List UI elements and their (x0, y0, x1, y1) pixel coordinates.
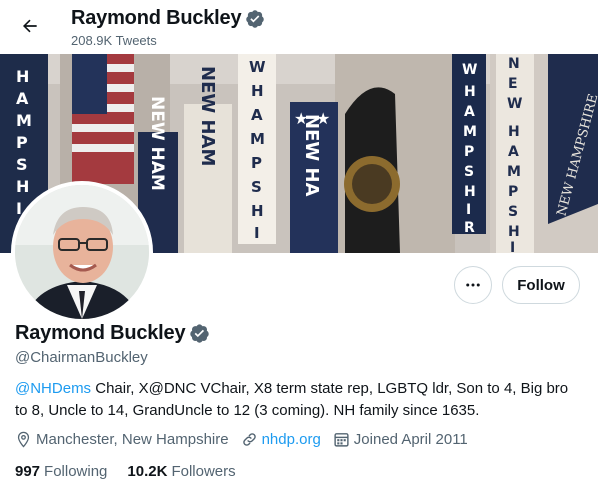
svg-text:M: M (463, 124, 477, 140)
svg-text:H: H (508, 224, 520, 240)
location-pin-icon (17, 431, 30, 448)
bio-mention-link[interactable]: @NHDems (15, 380, 91, 397)
svg-text:A: A (16, 89, 29, 108)
svg-text:H: H (464, 184, 476, 200)
followers-label: Followers (171, 463, 236, 480)
verified-badge-icon (190, 324, 210, 343)
joined-item: Joined April 2011 (333, 431, 468, 448)
svg-text:H: H (16, 67, 29, 86)
profile-handle: @ChairmanBuckley (15, 349, 148, 366)
following-label: Following (44, 463, 108, 480)
svg-text:S: S (464, 164, 474, 180)
svg-text:P: P (464, 144, 474, 160)
more-horizontal-icon (466, 283, 480, 287)
profile-bio: @NHDems Chair, X@DNC VChair, X8 term sta… (15, 378, 583, 422)
followers-link[interactable]: 10.2K Followers (127, 463, 235, 480)
svg-text:A: A (464, 104, 475, 120)
follow-stats: 997 Following 10.2K Followers (15, 463, 256, 480)
svg-text:A: A (251, 106, 263, 124)
svg-text:NEW HAM: NEW HAM (147, 96, 167, 191)
svg-text:H: H (251, 202, 264, 220)
svg-text:W: W (507, 96, 522, 112)
website-link[interactable]: nhdp.org (262, 431, 321, 448)
svg-text:S: S (16, 155, 28, 174)
svg-text:P: P (251, 154, 262, 172)
header-name: Raymond Buckley (71, 7, 242, 29)
location-item: Manchester, New Hampshire (15, 431, 229, 448)
svg-text:P: P (16, 133, 28, 152)
calendar-icon (334, 433, 349, 447)
svg-text:H: H (508, 124, 520, 140)
profile-avatar[interactable] (11, 181, 153, 323)
svg-text:NEW HAM: NEW HAM (197, 66, 218, 166)
svg-text:H: H (251, 82, 264, 100)
joined-text: Joined April 2011 (353, 431, 468, 448)
svg-text:I: I (254, 224, 260, 242)
following-count: 997 (15, 463, 41, 480)
more-options-button[interactable] (454, 266, 492, 304)
svg-text:W: W (462, 62, 477, 78)
back-button[interactable] (12, 8, 48, 44)
top-bar: Raymond Buckley 208.9K Tweets (0, 0, 598, 54)
svg-text:N: N (508, 56, 520, 72)
svg-text:H: H (464, 84, 476, 100)
verified-badge-icon (246, 9, 265, 28)
tweet-count: 208.9K Tweets (71, 33, 157, 48)
link-icon (242, 433, 256, 446)
avatar-image (15, 185, 149, 319)
svg-text:S: S (251, 178, 262, 196)
svg-text:P: P (508, 184, 518, 200)
following-link[interactable]: 997 Following (15, 463, 107, 480)
profile-name-text: Raymond Buckley (15, 322, 186, 344)
svg-text:S: S (508, 204, 518, 220)
svg-text:I: I (510, 240, 515, 253)
profile-meta: Manchester, New Hampshire nhdp.org Joine… (15, 431, 480, 448)
arrow-left-icon (23, 19, 37, 33)
website-item: nhdp.org (241, 431, 321, 448)
profile-name: Raymond Buckley (15, 322, 210, 345)
svg-text:M: M (507, 164, 521, 180)
location-text: Manchester, New Hampshire (36, 431, 229, 448)
svg-text:M: M (16, 111, 32, 130)
svg-text:R: R (464, 220, 475, 236)
svg-text:A: A (508, 144, 519, 160)
svg-text:H: H (16, 177, 29, 196)
followers-count: 10.2K (127, 463, 168, 480)
svg-text:E: E (508, 76, 518, 92)
header-title: Raymond Buckley (71, 7, 265, 30)
bio-text: Chair, X@DNC VChair, X8 term state rep, … (15, 380, 569, 419)
svg-text:M: M (250, 130, 265, 148)
svg-text:NEW HA: NEW HA (301, 114, 322, 197)
follow-button[interactable]: Follow (502, 266, 580, 304)
svg-text:I: I (466, 202, 471, 218)
svg-text:W: W (249, 58, 266, 76)
